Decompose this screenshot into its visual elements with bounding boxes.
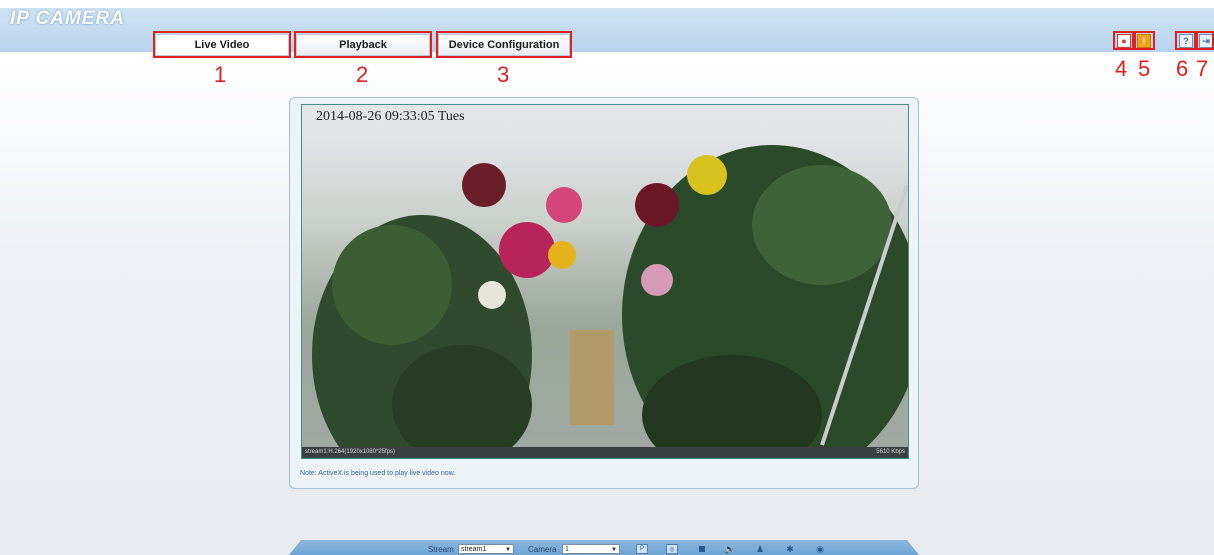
- callout-number-4: 4: [1115, 56, 1128, 81]
- callout-box-5: [1134, 31, 1155, 50]
- lens-button[interactable]: ◎: [666, 544, 678, 554]
- camera-select-value: 1: [565, 546, 569, 553]
- callout-box-4: [1113, 31, 1134, 50]
- callout-box-6: [1175, 31, 1196, 50]
- callout-number-3: 3: [497, 62, 510, 87]
- osd-timestamp: 2014-08-26 09:33:05 Tues: [316, 109, 465, 124]
- stop-icon: [699, 546, 705, 552]
- callout-box-2: [294, 31, 432, 58]
- callout-box-7: [1196, 31, 1214, 50]
- chevron-down-icon: ▼: [611, 547, 617, 553]
- settings-button[interactable]: ✱: [784, 544, 796, 554]
- activex-note: Note: ActiveX is being used to play live…: [300, 470, 456, 477]
- camera-label: Camera: [528, 545, 557, 554]
- ptz-button[interactable]: P: [636, 544, 648, 554]
- intercom-button[interactable]: ♟: [754, 544, 766, 554]
- callout-number-1: 1: [214, 62, 227, 87]
- chevron-down-icon: ▼: [505, 547, 511, 553]
- stream-select[interactable]: stream1 ▼: [458, 544, 514, 554]
- bitrate: 5610 Kbps: [876, 449, 905, 455]
- audio-button[interactable]: 🔈: [724, 544, 736, 554]
- callout-box-1: [153, 31, 291, 58]
- video-status-bar: stream1:H.264(1920x1080*25fps) 5610 Kbps: [302, 447, 908, 458]
- stream-label: Stream: [428, 545, 454, 554]
- video-scene: [312, 145, 908, 458]
- stream-info: stream1:H.264(1920x1080*25fps): [305, 449, 396, 455]
- callout-number-7: 7: [1196, 56, 1209, 81]
- stream-select-value: stream1: [461, 546, 487, 553]
- live-video-view[interactable]: 2014-08-26 09:33:05 Tues stream1:H.264(1…: [301, 104, 909, 459]
- snapshot-button[interactable]: ◉: [814, 544, 826, 554]
- callout-number-5: 5: [1138, 56, 1151, 81]
- camera-select[interactable]: 1 ▼: [562, 544, 620, 554]
- stop-button[interactable]: [696, 544, 708, 554]
- callout-box-3: [436, 31, 572, 58]
- logo: IP CAMERA: [10, 8, 125, 29]
- callout-number-6: 6: [1176, 56, 1189, 81]
- callout-number-2: 2: [356, 62, 369, 87]
